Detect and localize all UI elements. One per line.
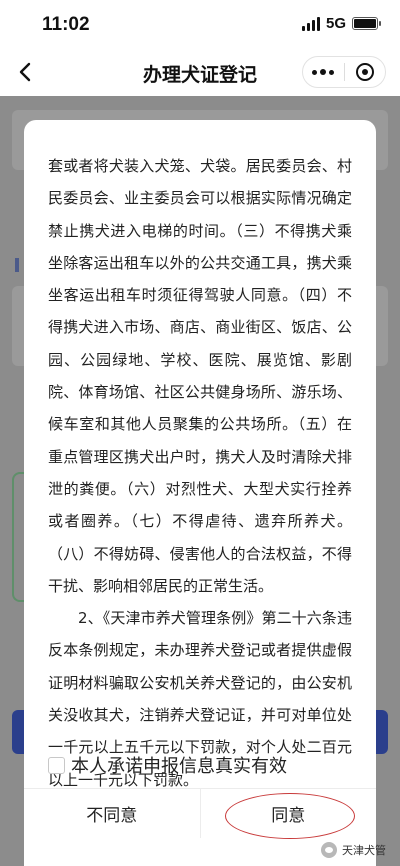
agreement-text: 套或者将犬装入犬笼、犬袋。居民委员会、村民委员会、业主委员会可以根据实际情况确定… [48, 150, 352, 796]
network-type: 5G [325, 15, 346, 32]
signal-icon [301, 16, 320, 31]
disagree-button[interactable]: 不同意 [24, 789, 200, 838]
battery-fill [354, 19, 376, 28]
commitment-checkbox[interactable] [48, 756, 65, 774]
battery-icon [352, 17, 381, 30]
status-time: 11:02 [42, 14, 90, 35]
agree-button[interactable]: 同意 [201, 789, 377, 839]
commitment-label: 本人承诺申报信息真实有效 [71, 756, 287, 777]
close-circle-icon[interactable] [344, 57, 385, 87]
background-section-marker [15, 258, 19, 272]
nav-bar: 办理犬证登记 [0, 48, 400, 96]
commitment-checkbox-row[interactable]: 本人承诺申报信息真实有效 [48, 752, 287, 778]
red-highlight-circle [224, 793, 355, 839]
mini-program-capsule [302, 56, 386, 88]
wechat-channel-icon [321, 842, 337, 858]
more-dots-icon[interactable] [303, 57, 344, 87]
status-indicators: 5G [301, 15, 381, 32]
agreement-dialog: 套或者将犬装入犬笼、犬袋。居民委员会、村民委员会、业主委员会可以根据实际情况确定… [24, 120, 376, 866]
status-bar: 11:02 5G [0, 0, 400, 48]
watermark: 天津犬管 [321, 842, 386, 858]
dialog-button-row: 不同意 同意 [24, 788, 377, 839]
disagree-label: 不同意 [86, 806, 138, 826]
agreement-paragraph: 套或者将犬装入犬笼、犬袋。居民委员会、村民委员会、业主委员会可以根据实际情况确定… [48, 157, 352, 595]
watermark-text: 天津犬管 [342, 844, 386, 857]
